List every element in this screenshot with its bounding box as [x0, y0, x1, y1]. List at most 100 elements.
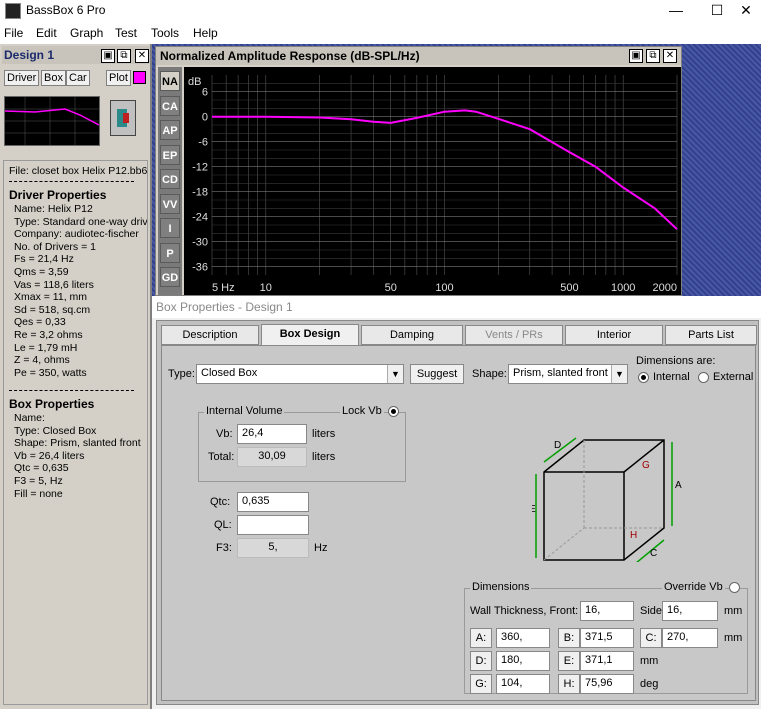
menu-file[interactable]: File [4, 26, 23, 40]
vb-unit: liters [312, 428, 336, 440]
box-prop-item: F3 = 5, Hz [14, 475, 63, 487]
close-icon[interactable]: ✕ [135, 49, 149, 63]
driver-prop-item: Company: audiotec-fischer [14, 228, 139, 241]
wall-side-input[interactable]: 16, [662, 601, 718, 621]
file-line: File: closet box Helix P12.bb6 [9, 165, 148, 177]
menu-tools[interactable]: Tools [151, 26, 179, 40]
driver-prop-item: Z = 4, ohms [14, 354, 70, 367]
design-title-text: Design 1 [4, 48, 55, 62]
internal-volume-label: Internal Volume [204, 405, 285, 417]
dim-e-button[interactable]: E: [558, 651, 580, 671]
override-vb-radio[interactable] [729, 582, 740, 593]
dim-g-input[interactable]: 104, [496, 674, 550, 694]
dim-e-input[interactable]: 371,1 [580, 651, 634, 671]
dim-d-input[interactable]: 180, [496, 651, 550, 671]
tab-parts-list[interactable]: Parts List [665, 325, 757, 345]
dim-a-input[interactable]: 360, [496, 628, 550, 648]
external-radio[interactable] [698, 372, 709, 383]
amplitude-chart: dB6 0 -6 -12 -18 -24 -30 -36 5 Hz 10 50 100 500 1000 2… [188, 75, 678, 294]
vb-input[interactable]: 26,4 [237, 424, 307, 444]
y-tick-label: -18 [192, 187, 208, 199]
box-type-select[interactable]: Closed Box ▼ [196, 364, 404, 384]
dim-b-button[interactable]: B: [558, 628, 580, 648]
save-icon[interactable]: ▣ [629, 49, 643, 63]
graph-type-ca-button[interactable]: CA [160, 95, 180, 116]
qtc-input[interactable]: 0,635 [237, 492, 309, 512]
qtc-label: Qtc: [210, 496, 231, 508]
tab-box[interactable]: Box [41, 70, 66, 86]
dim-c-input[interactable]: 270, [662, 628, 718, 648]
dim-g-button[interactable]: G: [470, 674, 492, 694]
x-tick-label: 1000 [611, 282, 635, 294]
dim-b-input[interactable]: 371,5 [580, 628, 634, 648]
diagram-label-h: H [630, 530, 637, 541]
graph-type-gd-button[interactable]: GD [160, 267, 180, 287]
wall-unit: mm [724, 605, 743, 617]
plot-area[interactable]: dB 6 0 -6 -12 -18 -24 -30 -36 5 Hz 10 50 100 500 1000 2… [184, 67, 681, 295]
internal-radio[interactable] [638, 372, 649, 383]
dim-a-button[interactable]: A: [470, 628, 492, 648]
dim-c-button[interactable]: C: [640, 628, 662, 648]
graph-title: Normalized Amplitude Response (dB-SPL/Hz… [156, 47, 681, 65]
graph-type-p-button[interactable]: P [160, 242, 180, 263]
tab-damping[interactable]: Damping [361, 325, 463, 345]
driver-prop-item: Re = 3,2 ohms [14, 329, 83, 341]
graph-type-ap-button[interactable]: AP [160, 120, 180, 140]
driver-prop-item: Le = 1,79 mH [14, 341, 78, 354]
graph-window: Normalized Amplitude Response (dB-SPL/Hz… [155, 46, 682, 296]
graph-type-na-button[interactable]: NA [160, 71, 180, 91]
f3-value: 5, [237, 538, 309, 558]
y-tick-label: 0 [202, 112, 208, 124]
menu-graph[interactable]: Graph [70, 26, 103, 40]
wall-front-input[interactable]: 16, [580, 601, 634, 621]
menu-edit[interactable]: Edit [36, 26, 57, 40]
dim-d-button[interactable]: D: [470, 651, 492, 671]
x-tick-label: 10 [260, 282, 272, 294]
title-bar: BassBox 6 Pro — ☐ ✕ [0, 0, 761, 22]
dimensions-label: Dimensions [470, 581, 532, 593]
box-prop-item: Vb = 26,4 liters [14, 449, 85, 462]
graph-type-cd-button[interactable]: CD [160, 169, 180, 189]
shape-value: Prism, slanted front [513, 367, 608, 379]
restore-icon[interactable]: ⧉ [117, 49, 131, 63]
maximize-button[interactable]: ☐ [702, 0, 732, 22]
restore-icon[interactable]: ⧉ [646, 49, 660, 63]
suggest-button[interactable]: Suggest [410, 364, 464, 384]
tab-interior[interactable]: Interior [565, 325, 663, 345]
driver-prop-item: No. of Drivers = 1 [14, 240, 96, 253]
vb-label: Vb: [216, 428, 233, 440]
box-properties-window: Box Properties - Design 1 Description Bo… [152, 296, 761, 709]
graph-type-i-button[interactable]: I [160, 218, 180, 238]
save-icon[interactable]: ▣ [101, 49, 115, 63]
lock-vb-radio[interactable] [388, 406, 399, 417]
dim-h-button[interactable]: H: [558, 674, 580, 694]
dim-h-input[interactable]: 75,96 [580, 674, 634, 694]
y-tick-label: -12 [192, 162, 208, 174]
close-icon[interactable]: ✕ [663, 49, 677, 63]
tab-driver[interactable]: Driver [4, 70, 40, 86]
menu-test[interactable]: Test [115, 26, 137, 40]
plot-color-swatch[interactable] [133, 71, 146, 84]
close-button[interactable]: ✕ [731, 0, 761, 22]
tab-description[interactable]: Description [161, 325, 259, 345]
dim-unit-2: mm [640, 655, 659, 667]
box-properties-heading: Box Properties [9, 397, 95, 411]
diagram-label-c: C [650, 548, 657, 559]
driver-prop-item: Qes = 0,33 [14, 316, 66, 329]
minimize-button[interactable]: — [661, 0, 691, 22]
graph-type-vv-button[interactable]: VV [160, 193, 180, 214]
f3-label: F3: [216, 542, 232, 554]
diagram-label-d: D [554, 440, 561, 451]
tab-vents-prs[interactable]: Vents / PRs [465, 325, 563, 345]
graph-type-ep-button[interactable]: EP [160, 144, 180, 165]
menu-help[interactable]: Help [193, 26, 218, 40]
tab-box-design[interactable]: Box Design [261, 324, 359, 346]
plot-button[interactable]: Plot [106, 70, 131, 86]
ql-label: QL: [214, 519, 232, 531]
shape-select[interactable]: Prism, slanted front ▼ [508, 364, 628, 384]
ql-input[interactable] [237, 515, 309, 535]
tab-car[interactable]: Car [66, 70, 90, 86]
properties-list: File: closet box Helix P12.bb6 Driver Pr… [3, 160, 148, 705]
app-icon [5, 3, 21, 19]
x-tick-label: 2000 [653, 282, 677, 294]
